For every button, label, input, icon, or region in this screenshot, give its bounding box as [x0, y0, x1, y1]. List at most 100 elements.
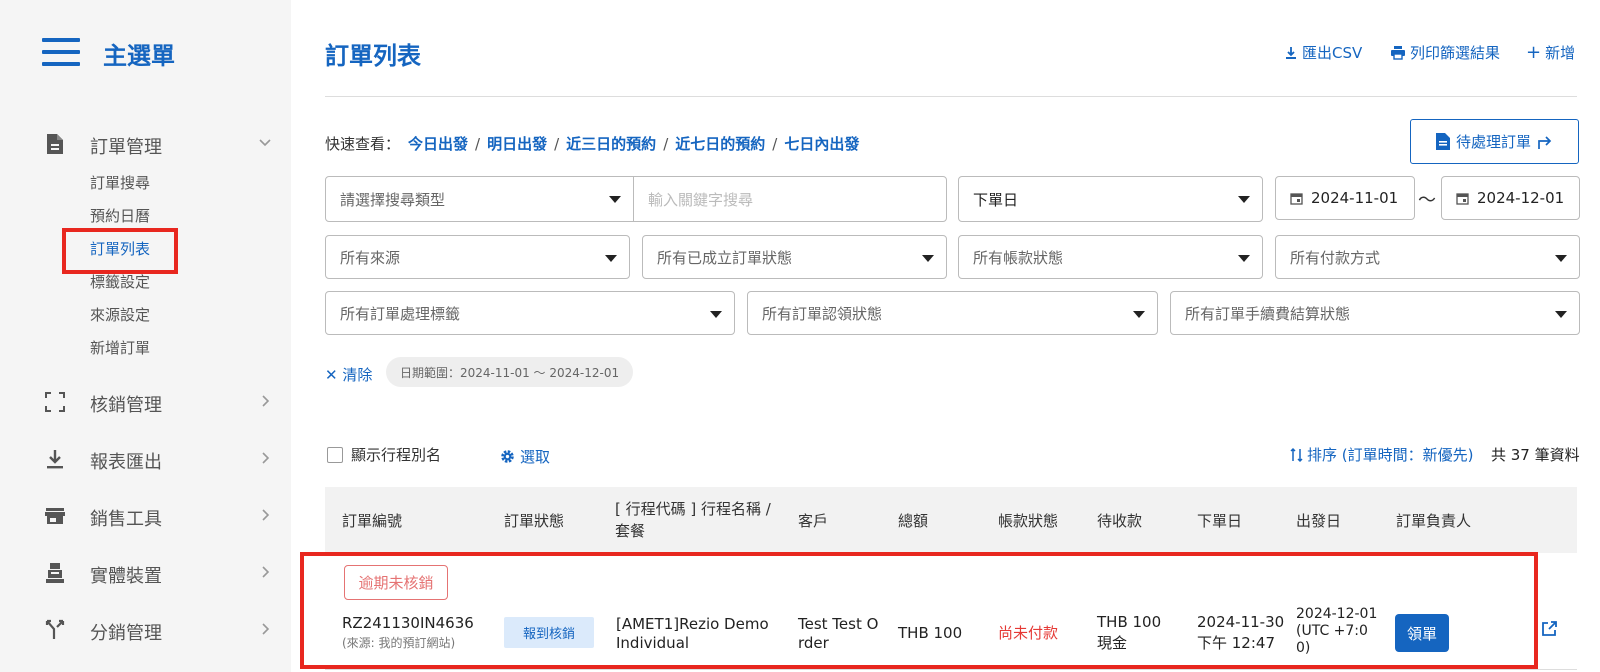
forward-arrow-icon — [1538, 135, 1552, 149]
chevron-right-icon — [262, 452, 270, 464]
page-title: 訂單列表 — [325, 42, 421, 70]
select-button[interactable]: 選取 — [500, 446, 550, 467]
processing-tag-value: 所有訂單處理標籤 — [340, 304, 461, 323]
nav-group-orders[interactable]: 訂單管理 — [0, 124, 291, 164]
chevron-down-icon — [259, 139, 271, 147]
quick-link-7days[interactable]: 近七日的預約 — [675, 133, 765, 154]
sort-label: 排序 (訂單時間：新優先) — [1307, 446, 1474, 464]
date-range-chip[interactable]: 日期範圍：2024-11-01 〜 2024-12-01 — [386, 357, 634, 387]
print-filtered-button[interactable]: 列印篩選結果 — [1390, 42, 1500, 63]
checkbox[interactable] — [327, 446, 343, 463]
col-product: [ 行程代碼 ] 行程名稱 / — [615, 500, 771, 518]
col-order-date: 下單日 — [1197, 512, 1243, 530]
claim-status-value: 所有訂單認領狀態 — [762, 304, 883, 323]
highlight-box-sidebar — [62, 228, 178, 274]
chevron-right-icon — [262, 566, 270, 578]
nav-group-redemption[interactable]: 核銷管理 — [0, 382, 291, 422]
split-icon — [45, 619, 65, 639]
chevron-right-icon — [262, 509, 270, 521]
caret-down-icon — [1555, 311, 1567, 318]
col-package: 套餐 — [615, 522, 646, 540]
order-status-value: 所有已成立訂單狀態 — [657, 248, 793, 267]
processing-tag-select[interactable]: 所有訂單處理標籤 — [325, 291, 735, 335]
quick-view-label: 快速查看： — [325, 135, 401, 153]
payment-method-select[interactable]: 所有付款方式 — [1275, 235, 1580, 279]
search-type-select[interactable]: 請選擇搜尋類型 — [325, 176, 634, 222]
pending-orders-label: 待處理訂單 — [1455, 133, 1531, 151]
show-alias-label: 顯示行程別名 — [351, 446, 442, 464]
quick-link-3days[interactable]: 近三日的預約 — [566, 133, 656, 154]
col-receivable: 待收款 — [1097, 512, 1143, 530]
date-type-value: 下單日 — [973, 190, 1019, 209]
app: 主選單 訂單管理 訂單搜尋 預約日曆 訂單列表 標籤設定 來源設定 新增訂單 核… — [0, 0, 1600, 672]
clear-label: 清除 — [342, 366, 373, 384]
caret-down-icon — [1555, 255, 1567, 262]
external-link-icon[interactable] — [1540, 620, 1558, 638]
col-depart-date: 出發日 — [1296, 512, 1342, 530]
export-csv-button[interactable]: 匯出CSV — [1284, 42, 1362, 63]
add-new-label: 新增 — [1545, 44, 1576, 62]
document-icon — [1435, 133, 1450, 150]
sidebar-item-new-order[interactable]: 新增訂單 — [90, 337, 150, 358]
nav-label-devices: 實體裝置 — [90, 566, 162, 587]
keyword-placeholder: 輸入關鍵字搜尋 — [648, 190, 754, 209]
sidebar-item-booking-calendar[interactable]: 預約日曆 — [90, 205, 150, 226]
caret-down-icon — [1238, 196, 1250, 203]
nav-group-distribution[interactable]: 分銷管理 — [0, 610, 291, 650]
calendar-icon — [1290, 192, 1303, 205]
printer-icon — [1391, 45, 1405, 60]
caret-down-icon — [1133, 311, 1145, 318]
device-icon — [46, 563, 64, 583]
date-to-field[interactable]: 2024-12-01 — [1441, 176, 1580, 220]
plus-icon: + — [1526, 41, 1542, 63]
sidebar-item-order-search[interactable]: 訂單搜尋 — [90, 172, 150, 193]
store-icon — [45, 508, 65, 524]
chevron-right-icon — [262, 395, 270, 407]
account-status-select[interactable]: 所有帳款狀態 — [958, 235, 1263, 279]
nav-label-report-export: 報表匯出 — [90, 452, 162, 473]
fee-settlement-value: 所有訂單手續費結算狀態 — [1185, 304, 1351, 323]
caret-down-icon — [922, 255, 934, 262]
separator: / — [663, 134, 669, 153]
search-type-placeholder: 請選擇搜尋類型 — [340, 190, 446, 209]
caret-down-icon — [605, 255, 617, 262]
pending-orders-button[interactable]: 待處理訂單 — [1410, 119, 1579, 164]
quick-view-bar: 快速查看： 今日出發 / 明日出發 / 近三日的預約 / 近七日的預約 / 七日… — [325, 133, 859, 154]
select-label: 選取 — [520, 448, 551, 466]
col-owner: 訂單負責人 — [1396, 512, 1472, 530]
sidebar-item-tag-settings[interactable]: 標籤設定 — [90, 271, 150, 292]
nav-group-sales-tools[interactable]: 銷售工具 — [0, 496, 291, 536]
print-filtered-label: 列印篩選結果 — [1410, 44, 1501, 62]
date-from-value: 2024-11-01 — [1311, 189, 1399, 207]
row-divider — [325, 669, 1577, 670]
sidebar-item-source-settings[interactable]: 來源設定 — [90, 304, 150, 325]
date-type-select[interactable]: 下單日 — [958, 176, 1263, 222]
sort-button[interactable]: 排序 (訂單時間：新優先) — [1290, 444, 1473, 465]
nav-label-redemption: 核銷管理 — [90, 395, 162, 416]
hamburger-menu-icon[interactable] — [42, 38, 80, 66]
download-icon — [47, 450, 63, 469]
caret-down-icon — [710, 311, 722, 318]
date-from-field[interactable]: 2024-11-01 — [1275, 176, 1415, 220]
quick-link-within-7days[interactable]: 七日內出發 — [784, 133, 859, 154]
fee-settlement-select[interactable]: 所有訂單手續費結算狀態 — [1170, 291, 1580, 335]
date-range-separator: 〜 — [1418, 190, 1436, 211]
quick-link-today[interactable]: 今日出發 — [408, 133, 468, 154]
export-csv-label: 匯出CSV — [1302, 44, 1363, 62]
claim-status-select[interactable]: 所有訂單認領狀態 — [747, 291, 1158, 335]
nav-group-report-export[interactable]: 報表匯出 — [0, 439, 291, 479]
source-select[interactable]: 所有來源 — [325, 235, 630, 279]
nav-group-devices[interactable]: 實體裝置 — [0, 553, 291, 593]
clear-filters-button[interactable]: ✕ 清除 — [325, 364, 372, 385]
calendar-icon — [1456, 192, 1469, 205]
account-status-value: 所有帳款狀態 — [973, 248, 1064, 267]
add-new-button[interactable]: + 新增 — [1526, 42, 1575, 63]
gear-icon — [501, 450, 514, 463]
keyword-search-input[interactable]: 輸入關鍵字搜尋 — [633, 176, 947, 222]
quick-link-tomorrow[interactable]: 明日出發 — [487, 133, 547, 154]
show-alias-toggle[interactable]: 顯示行程別名 — [327, 444, 441, 465]
close-icon: ✕ — [325, 366, 338, 384]
col-account-status: 帳款狀態 — [998, 512, 1059, 530]
order-status-select[interactable]: 所有已成立訂單狀態 — [642, 235, 947, 279]
separator: / — [772, 134, 778, 153]
